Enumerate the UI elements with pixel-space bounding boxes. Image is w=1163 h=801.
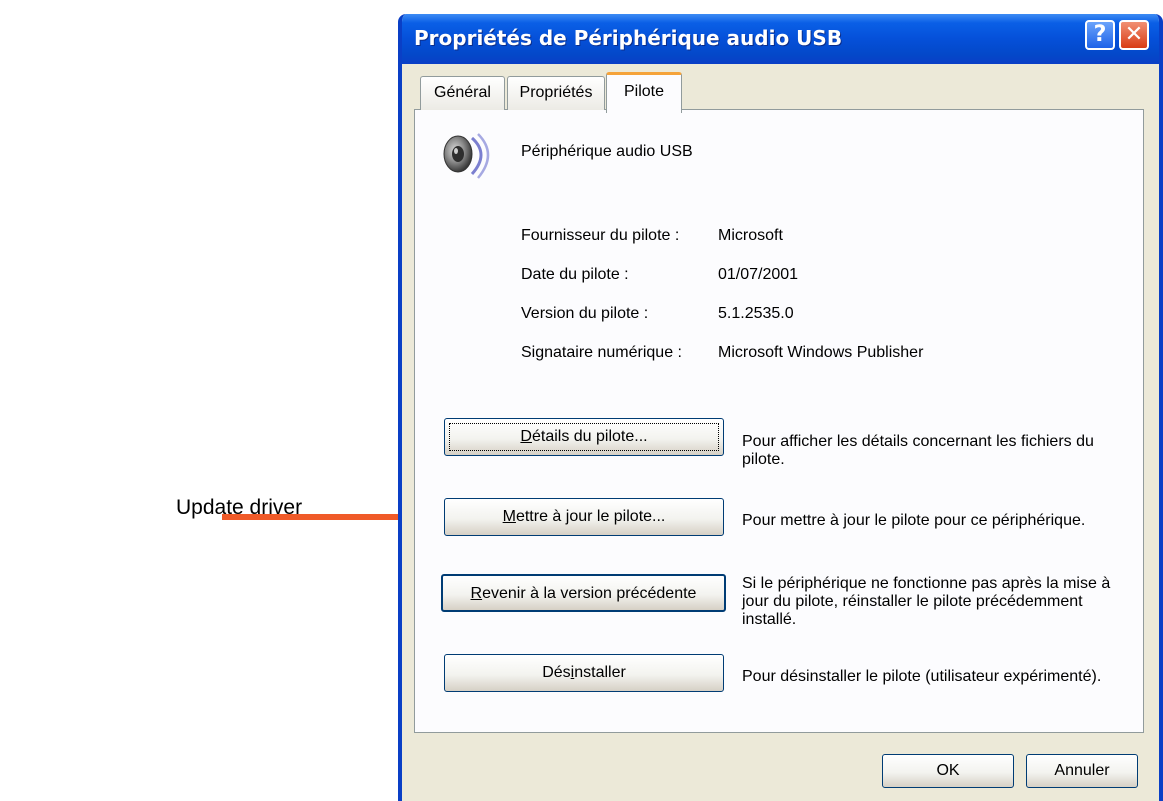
update-driver-button[interactable]: Mettre à jour le pilote... xyxy=(444,498,724,536)
accelerator-key: R xyxy=(470,585,483,602)
help-icon: ? xyxy=(1093,22,1107,47)
tab-properties[interactable]: Propriétés xyxy=(507,76,605,110)
tab-general[interactable]: Général xyxy=(420,76,505,110)
update-driver-description: Pour mettre à jour le pilote pour ce pér… xyxy=(742,512,1086,529)
window-title: Propriétés de Périphérique audio USB xyxy=(414,26,843,50)
uninstall-description: Pour désinstaller le pilote (utilisateur… xyxy=(742,668,1102,685)
driver-details-description: Pour afficher les détails concernant les… xyxy=(742,433,1094,468)
accelerator-key: M xyxy=(502,508,516,525)
tab-pilote[interactable]: Pilote xyxy=(606,72,682,113)
ok-button[interactable]: OK xyxy=(882,754,1014,788)
help-button[interactable]: ? xyxy=(1085,20,1115,50)
focus-ring xyxy=(449,423,719,451)
title-bar[interactable]: Propriétés de Périphérique audio USB ? ✕ xyxy=(402,14,1159,64)
driver-version-value: 5.1.2535.0 xyxy=(718,305,794,322)
rollback-driver-button[interactable]: Revenir à la version précédente xyxy=(441,574,726,612)
driver-date-value: 01/07/2001 xyxy=(718,266,799,283)
device-name: Périphérique audio USB xyxy=(521,143,693,160)
rollback-driver-description: Si le périphérique ne fonctionne pas apr… xyxy=(742,575,1111,628)
driver-provider-label: Fournisseur du pilote : xyxy=(521,227,680,244)
speaker-icon xyxy=(443,133,490,179)
close-button[interactable]: ✕ xyxy=(1119,20,1149,50)
driver-provider-value: Microsoft xyxy=(718,227,783,244)
driver-details-button[interactable]: Détails du pilote... xyxy=(444,418,724,456)
driver-version-label: Version du pilote : xyxy=(521,305,649,322)
uninstall-button[interactable]: Désinstaller xyxy=(444,654,724,692)
close-icon: ✕ xyxy=(1124,22,1144,47)
cancel-button[interactable]: Annuler xyxy=(1026,754,1138,788)
digital-signer-label: Signataire numérique : xyxy=(521,344,682,361)
driver-date-label: Date du pilote : xyxy=(521,266,629,283)
digital-signer-value: Microsoft Windows Publisher xyxy=(718,344,924,361)
